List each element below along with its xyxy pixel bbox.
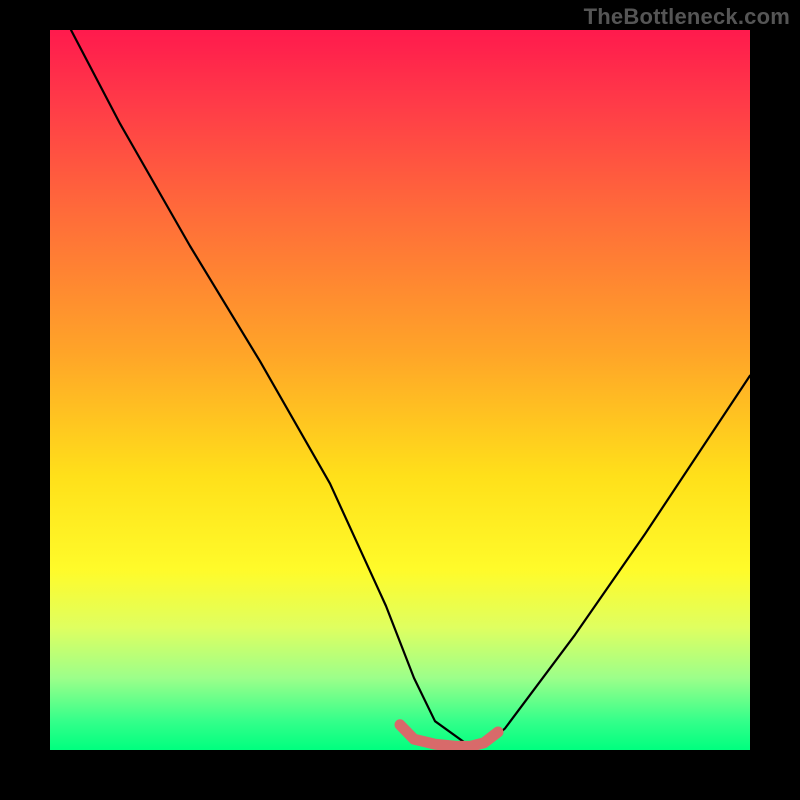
bottleneck-curve bbox=[71, 30, 750, 746]
curve-layer bbox=[50, 30, 750, 750]
plot-area bbox=[50, 30, 750, 750]
chart-frame: TheBottleneck.com bbox=[0, 0, 800, 800]
valley-floor-segment bbox=[400, 725, 498, 747]
watermark-text: TheBottleneck.com bbox=[584, 4, 790, 30]
